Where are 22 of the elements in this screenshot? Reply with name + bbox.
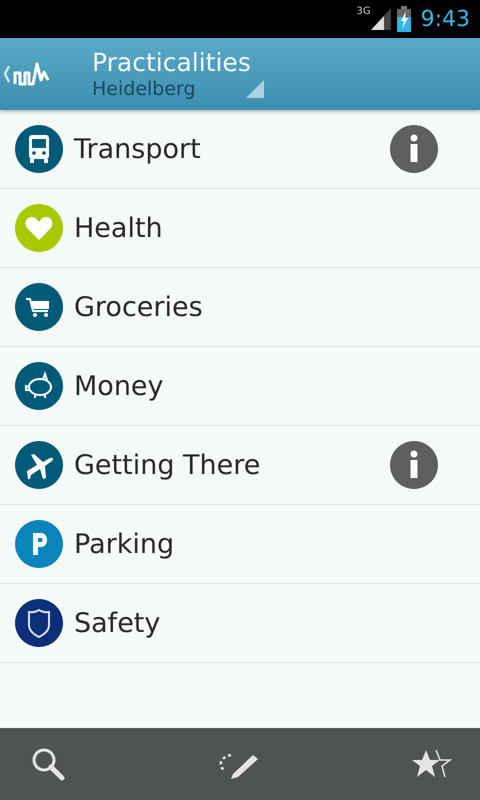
category-label: Groceries: [74, 292, 204, 322]
signal-icon: [370, 8, 391, 30]
battery-charging-icon: [396, 6, 411, 32]
category-label: Transport: [74, 134, 202, 164]
category-label: Getting There: [74, 450, 262, 480]
search-icon[interactable]: [30, 746, 66, 782]
category-item[interactable]: Money: [0, 347, 480, 426]
category-item[interactable]: Health: [0, 189, 480, 268]
category-label: Money: [74, 370, 165, 402]
network-type: 3G: [356, 6, 371, 17]
info-icon[interactable]: [390, 125, 438, 173]
category-item[interactable]: Groceries: [0, 268, 480, 347]
category-item[interactable]: Getting There: [0, 426, 480, 505]
category-label: Parking: [74, 528, 176, 560]
category-item[interactable]: Transport: [0, 110, 480, 189]
category-label: Safety: [74, 608, 162, 638]
category-item[interactable]: Parking: [0, 505, 480, 584]
info-icon[interactable]: [390, 441, 438, 489]
category-label: Health: [74, 212, 164, 244]
category-item[interactable]: Safety: [0, 584, 480, 663]
clock-time: 9:43: [420, 6, 470, 32]
screen-title: Practicalities: [92, 48, 252, 78]
